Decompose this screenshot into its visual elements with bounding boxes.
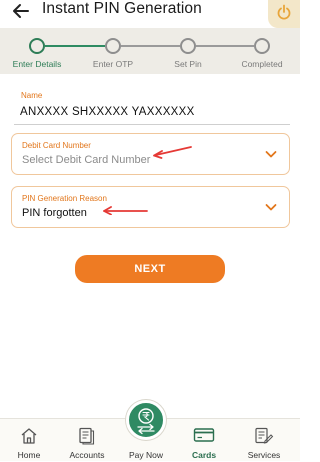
arrow-left-icon[interactable]: [12, 2, 30, 20]
page-title: Instant PIN Generation: [42, 0, 202, 17]
step-connector-1: [45, 45, 105, 47]
nav-label-accounts: Accounts: [69, 450, 105, 460]
name-label: Name: [21, 91, 43, 100]
nav-item-home[interactable]: Home: [8, 419, 50, 462]
debit-card-placeholder: Select Debit Card Number: [22, 154, 151, 166]
document-icon: [79, 427, 95, 445]
step-dot-enter-otp: [105, 38, 121, 54]
home-icon: [21, 428, 37, 444]
nav-label-cards: Cards: [191, 450, 217, 460]
chevron-down-icon: [265, 204, 277, 211]
pin-reason-select[interactable]: PIN Generation Reason PIN forgotten: [11, 186, 290, 228]
nav-label-home: Home: [17, 450, 41, 460]
nav-item-accounts[interactable]: Accounts: [64, 419, 110, 462]
name-value: ANXXXX SHXXXXX YAXXXXXX: [20, 106, 195, 118]
step-dot-completed: [254, 38, 270, 54]
step-connector-3: [196, 45, 254, 47]
logout-button[interactable]: [268, 0, 300, 28]
name-underline: [14, 124, 290, 125]
pin-reason-label: PIN Generation Reason: [22, 194, 107, 203]
progress-stepper: Enter Details Enter OTP Set Pin Complete…: [0, 28, 300, 74]
step-dot-enter-details: [29, 38, 45, 54]
services-icon: [255, 427, 274, 444]
chevron-down-icon: [265, 151, 277, 158]
app-header: Instant PIN Generation: [0, 0, 300, 28]
step-connector-2: [121, 45, 180, 47]
rupee-exchange-icon: [137, 408, 155, 435]
nav-label-pay-now: Pay Now: [128, 450, 163, 460]
step-dot-set-pin: [180, 38, 196, 54]
step-label-enter-details: Enter Details: [12, 59, 62, 69]
nav-item-services[interactable]: Services: [242, 419, 286, 462]
step-label-enter-otp: Enter OTP: [92, 59, 134, 69]
pay-now-button[interactable]: [126, 400, 166, 440]
debit-card-label: Debit Card Number: [22, 141, 91, 150]
nav-label-services: Services: [247, 450, 281, 460]
next-button[interactable]: NEXT: [75, 255, 225, 283]
power-icon: [277, 4, 291, 20]
annotation-arrow-icon: [103, 206, 148, 215]
step-label-completed: Completed: [241, 59, 283, 69]
pin-reason-value: PIN forgotten: [22, 207, 87, 219]
nav-item-cards[interactable]: Cards: [184, 419, 224, 462]
annotation-arrow-icon: [153, 146, 192, 159]
step-label-set-pin: Set Pin: [174, 59, 202, 69]
card-icon: [193, 428, 215, 442]
